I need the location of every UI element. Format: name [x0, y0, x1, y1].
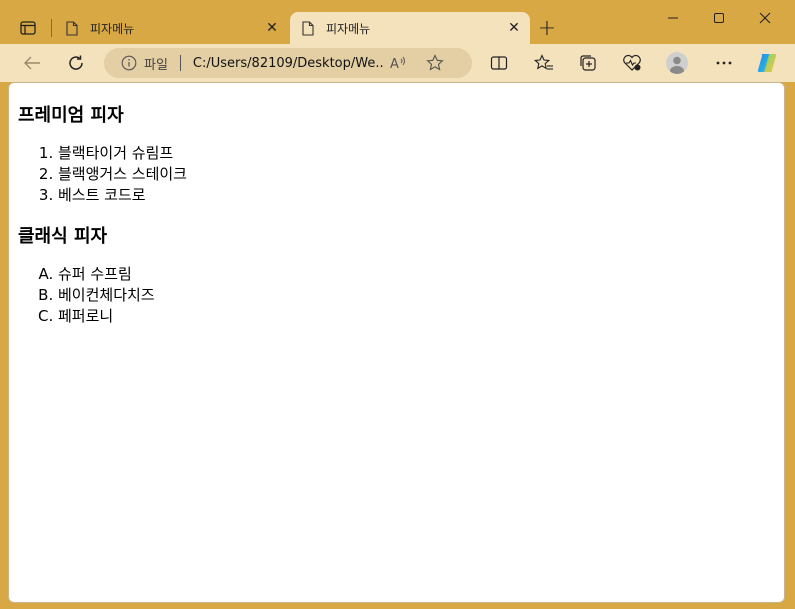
- refresh-button[interactable]: [61, 48, 91, 78]
- list-item: 슈퍼 수프림: [58, 264, 775, 285]
- tab-actions-icon: [20, 21, 36, 35]
- tab-title: 피자메뉴: [326, 21, 371, 36]
- window-close-button[interactable]: [742, 0, 788, 36]
- maximize-icon: [714, 13, 724, 23]
- address-divider: [179, 55, 181, 71]
- page-icon: [64, 20, 80, 36]
- new-tab-button[interactable]: +: [534, 15, 560, 41]
- copilot-icon: [757, 54, 777, 72]
- list-item: 블랙타이거 슈림프: [58, 143, 775, 164]
- tab-inactive[interactable]: 피자메뉴 ✕: [54, 12, 288, 44]
- collections-icon: [580, 55, 596, 71]
- title-bar: 피자메뉴 ✕ 피자메뉴 ✕ +: [0, 0, 795, 44]
- svg-text:A: A: [390, 57, 399, 71]
- close-icon: [759, 12, 771, 24]
- close-icon[interactable]: ✕: [262, 18, 282, 38]
- page-icon: [300, 20, 316, 36]
- read-aloud-icon[interactable]: A: [387, 51, 411, 75]
- favorites-icon: [534, 54, 553, 70]
- copilot-button[interactable]: [752, 48, 782, 78]
- back-arrow-icon: [24, 56, 40, 70]
- minimize-button[interactable]: [650, 0, 696, 36]
- minimize-icon: [668, 17, 678, 19]
- tab-active[interactable]: 피자메뉴 ✕: [290, 12, 530, 44]
- collections-button[interactable]: [573, 48, 603, 78]
- address-bar[interactable]: 파일 C:/Users/82109/Desktop/We... A: [104, 48, 472, 78]
- premium-pizza-list: 블랙타이거 슈림프 블랙앵거스 스테이크 베스트 코드로: [58, 143, 775, 206]
- maximize-button[interactable]: [696, 0, 742, 36]
- split-screen-icon: [490, 56, 508, 70]
- list-item: 베이컨체다치즈: [58, 285, 775, 306]
- address-scheme-label: 파일: [144, 57, 168, 73]
- profile-button[interactable]: [662, 48, 692, 78]
- favorite-star-icon[interactable]: [423, 51, 447, 75]
- page-content: 프레미엄 피자 블랙타이거 슈림프 블랙앵거스 스테이크 베스트 코드로 클래식…: [8, 82, 785, 603]
- close-icon[interactable]: ✕: [504, 18, 524, 38]
- favorites-button[interactable]: [529, 48, 559, 78]
- health-icon: [623, 54, 641, 71]
- split-screen-button[interactable]: [484, 48, 514, 78]
- section-heading-premium: 프레미엄 피자: [18, 105, 124, 126]
- health-button[interactable]: [617, 48, 647, 78]
- tab-title: 피자메뉴: [90, 21, 135, 36]
- address-url[interactable]: C:/Users/82109/Desktop/We...: [193, 56, 383, 71]
- more-button[interactable]: [709, 48, 739, 78]
- refresh-icon: [69, 55, 83, 70]
- tab-separator: [51, 19, 52, 37]
- plus-icon: +: [537, 15, 557, 41]
- toolbar: 파일 C:/Users/82109/Desktop/We... A: [0, 44, 795, 82]
- back-button[interactable]: [17, 48, 47, 78]
- info-icon[interactable]: [120, 54, 138, 72]
- tab-actions-button[interactable]: [14, 16, 42, 40]
- section-heading-classic: 클래식 피자: [18, 226, 108, 247]
- more-icon: [716, 61, 732, 65]
- list-item: 블랙앵거스 스테이크: [58, 164, 775, 185]
- list-item: 페퍼로니: [58, 306, 775, 327]
- list-item: 베스트 코드로: [58, 185, 775, 206]
- profile-icon: [666, 52, 688, 74]
- classic-pizza-list: 슈퍼 수프림 베이컨체다치즈 페퍼로니: [58, 264, 775, 327]
